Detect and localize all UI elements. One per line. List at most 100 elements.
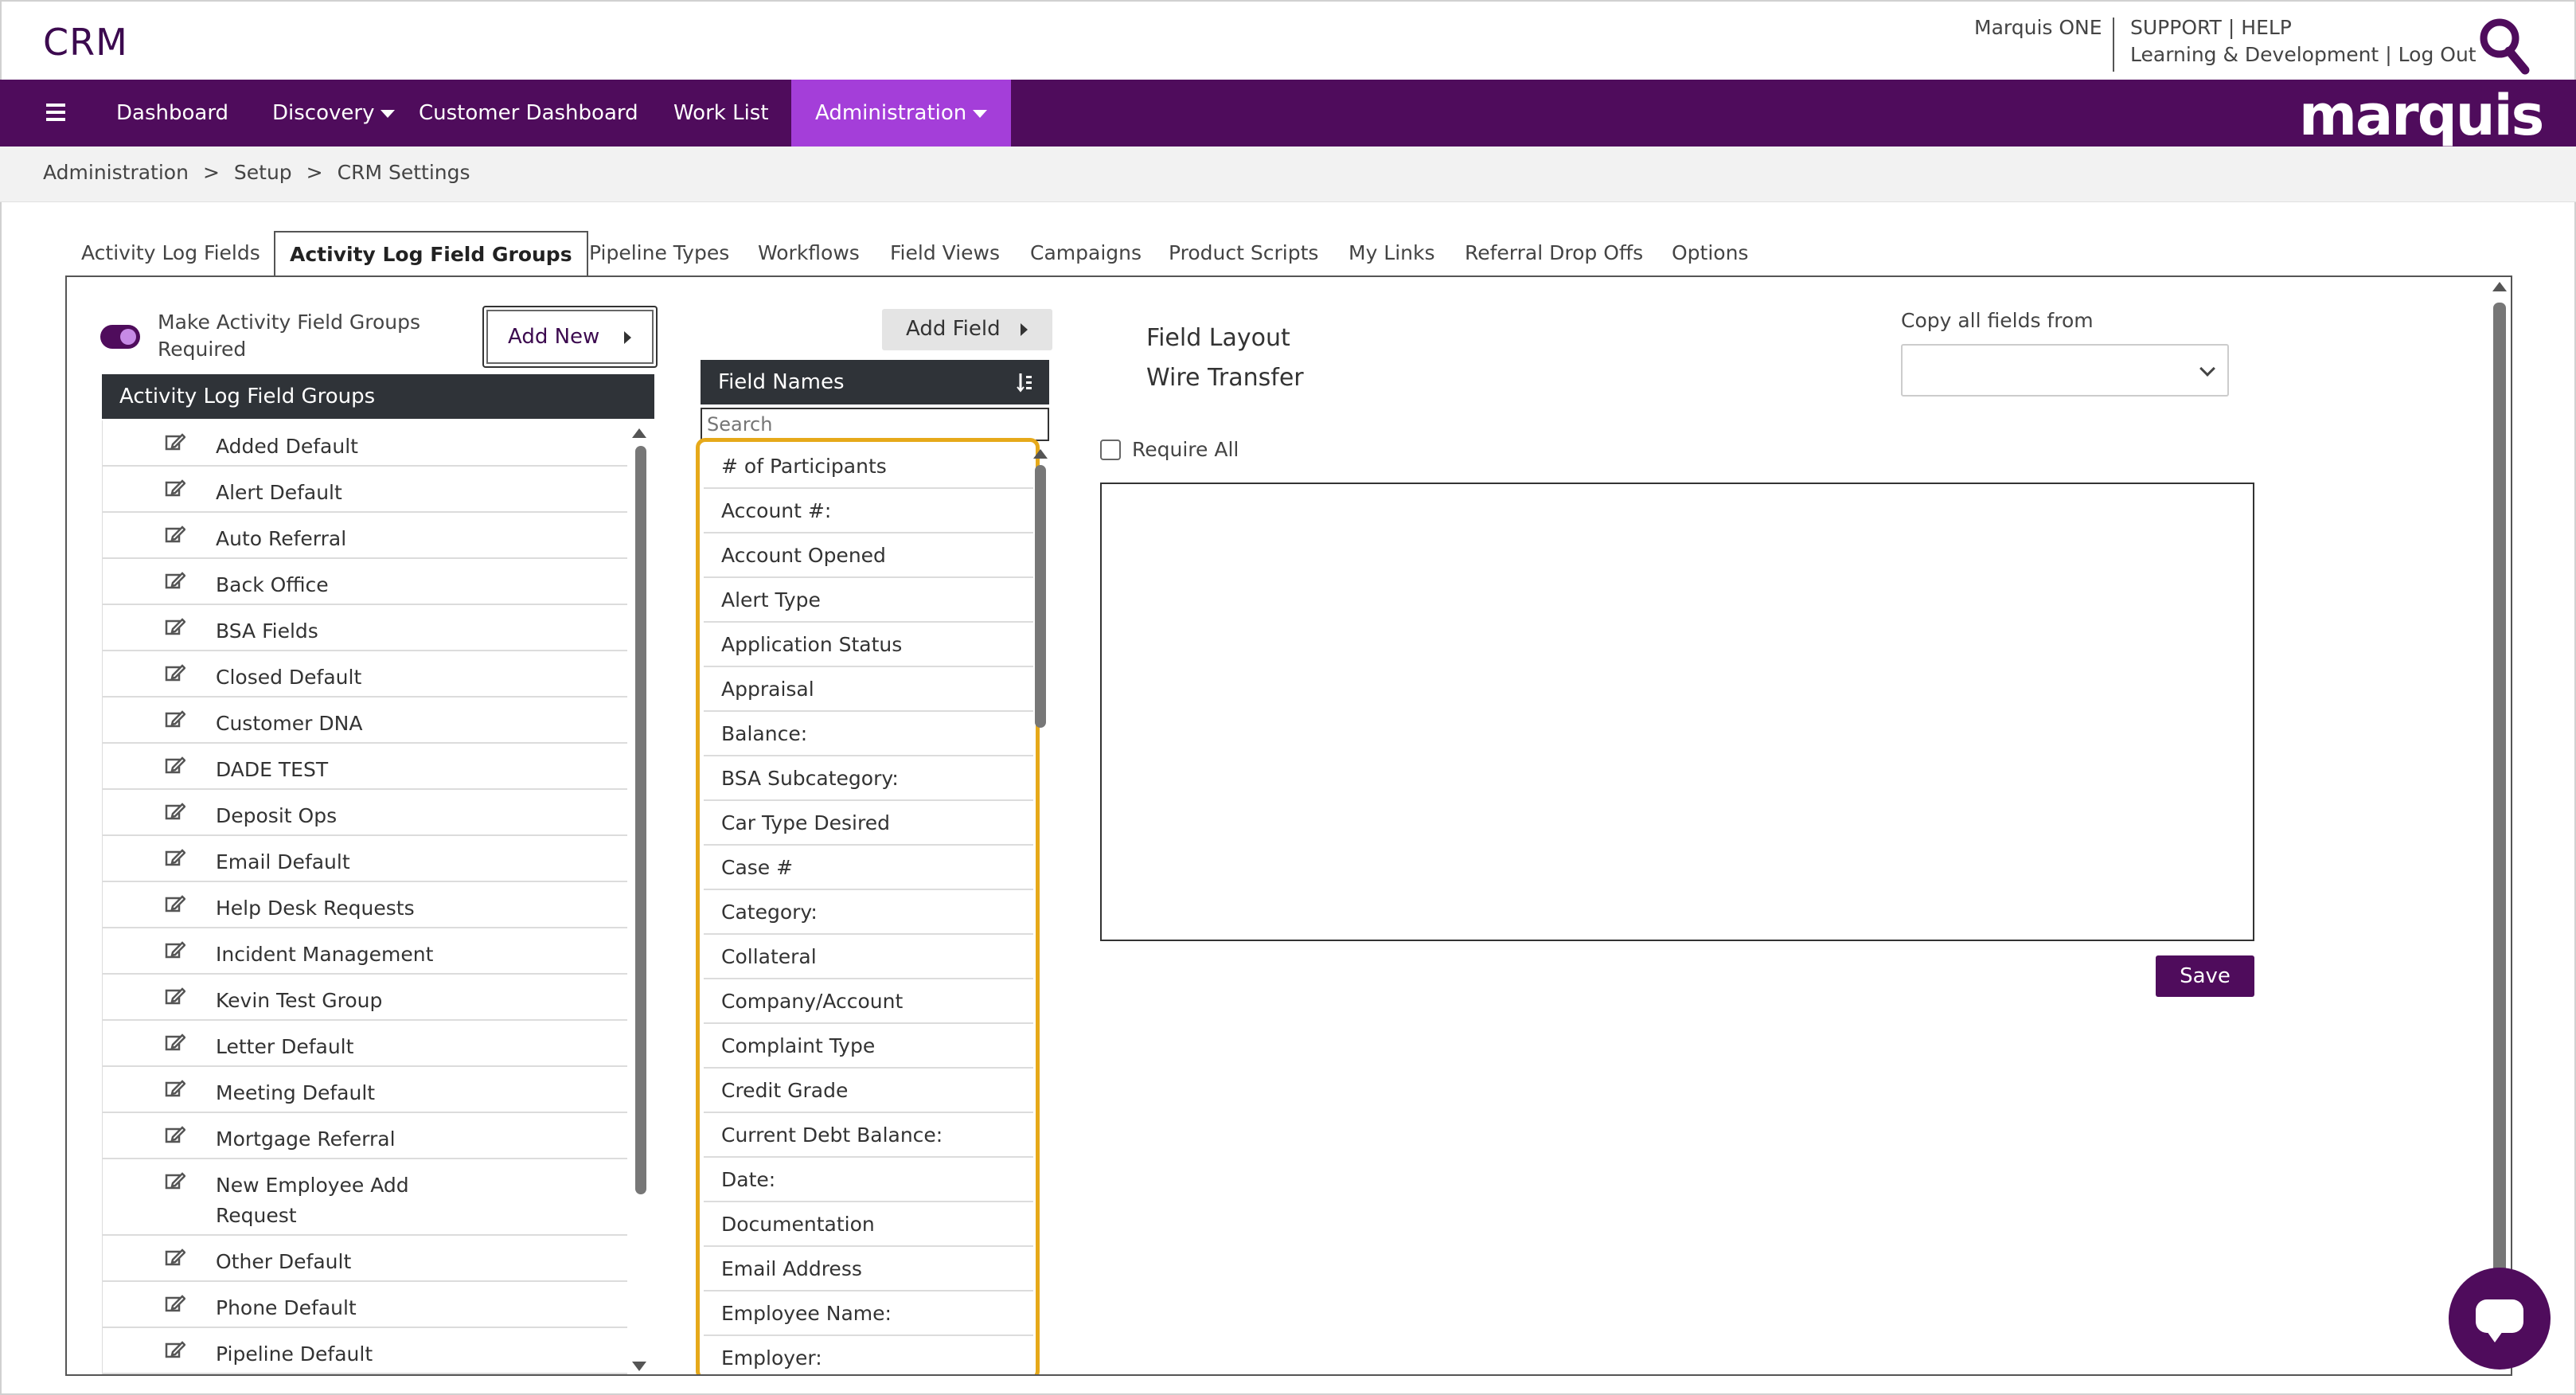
group-label: Deposit Ops xyxy=(216,804,338,827)
group-row[interactable]: Back Office xyxy=(103,559,627,605)
group-row[interactable]: Help Desk Requests xyxy=(103,882,627,928)
edit-icon[interactable] xyxy=(165,478,186,498)
require-all-label: Require All xyxy=(1132,438,1239,461)
group-label: Mortgage Referral xyxy=(216,1127,396,1151)
scroll-thumb[interactable] xyxy=(635,446,646,1194)
breadcrumb-setup[interactable]: Setup xyxy=(234,161,292,184)
help-link[interactable]: HELP xyxy=(2241,16,2292,39)
chat-button[interactable] xyxy=(2449,1268,2551,1370)
group-row[interactable]: Mortgage Referral xyxy=(103,1113,627,1159)
add-field-button[interactable]: Add Field xyxy=(882,309,1052,350)
support-help-row: SUPPORT | HELP xyxy=(2130,16,2292,39)
group-row[interactable]: Alert Default xyxy=(103,467,627,513)
group-row[interactable]: Email Default xyxy=(103,836,627,882)
group-label: Letter Default xyxy=(216,1035,354,1058)
group-row[interactable]: Incident Management xyxy=(103,928,627,975)
sort-icon[interactable] xyxy=(1016,371,1033,393)
tab-referral-drop-offs[interactable]: Referral Drop Offs xyxy=(1465,231,1643,275)
scroll-thumb[interactable] xyxy=(1035,465,1046,728)
nav-customer-dashboard[interactable]: Customer Dashboard xyxy=(419,80,638,147)
app-title: CRM xyxy=(43,21,128,64)
field-names-scrollbar[interactable] xyxy=(1032,449,1051,728)
learning-link[interactable]: Learning & Development xyxy=(2130,43,2379,66)
edit-icon[interactable] xyxy=(165,616,186,637)
tab-pipeline-types[interactable]: Pipeline Types xyxy=(589,231,729,275)
edit-icon[interactable] xyxy=(165,1124,186,1145)
group-row[interactable]: Other Default xyxy=(103,1236,627,1282)
nav-work-list[interactable]: Work List xyxy=(673,80,769,147)
separator: | xyxy=(2385,43,2392,66)
scroll-up-icon[interactable] xyxy=(1033,449,1048,459)
scroll-thumb[interactable] xyxy=(2493,303,2506,1362)
group-label: Alert Default xyxy=(216,481,342,504)
group-row[interactable]: Phone Default xyxy=(103,1282,627,1328)
support-link[interactable]: SUPPORT xyxy=(2130,16,2222,39)
scroll-up-icon[interactable] xyxy=(632,428,646,438)
edit-icon[interactable] xyxy=(165,986,186,1006)
tab-options[interactable]: Options xyxy=(1672,231,1748,275)
group-row[interactable]: DADE TEST xyxy=(103,744,627,790)
group-label: DADE TEST xyxy=(216,758,329,781)
group-row[interactable]: Kevin Test Group xyxy=(103,975,627,1021)
copy-fields-select[interactable] xyxy=(1901,344,2229,397)
hamburger-menu-icon[interactable] xyxy=(46,104,65,125)
save-button[interactable]: Save xyxy=(2156,955,2254,997)
group-row[interactable]: Closed Default xyxy=(103,651,627,698)
group-row[interactable]: Letter Default xyxy=(103,1021,627,1067)
edit-icon[interactable] xyxy=(165,1170,186,1191)
edit-icon[interactable] xyxy=(165,709,186,729)
tab-product-scripts[interactable]: Product Scripts xyxy=(1169,231,1318,275)
edit-icon[interactable] xyxy=(165,893,186,914)
required-toggle[interactable] xyxy=(100,325,140,349)
edit-icon[interactable] xyxy=(165,1247,186,1268)
field-layout-dropzone[interactable] xyxy=(1100,483,2254,941)
group-label: Closed Default xyxy=(216,666,362,689)
tab-activity-log-field-groups[interactable]: Activity Log Field Groups xyxy=(274,231,588,277)
nav-administration[interactable]: Administration xyxy=(791,80,1012,147)
groups-scrollbar[interactable] xyxy=(629,425,650,1374)
scroll-up-icon[interactable] xyxy=(2492,282,2507,291)
group-row[interactable]: BSA Fields xyxy=(103,605,627,651)
field-search-input[interactable] xyxy=(701,408,1049,441)
group-row[interactable]: Meeting Default xyxy=(103,1067,627,1113)
tab-activity-log-fields[interactable]: Activity Log Fields xyxy=(81,231,260,275)
panel-scrollbar[interactable] xyxy=(2488,279,2511,1376)
edit-icon[interactable] xyxy=(165,662,186,683)
breadcrumb-crm-settings: CRM Settings xyxy=(337,161,470,184)
search-icon[interactable] xyxy=(2476,16,2531,75)
group-row[interactable]: Auto Referral xyxy=(103,513,627,559)
group-label: Phone Default xyxy=(216,1296,357,1319)
edit-icon[interactable] xyxy=(165,524,186,545)
add-field-label: Add Field xyxy=(906,317,1001,341)
edit-icon[interactable] xyxy=(165,1293,186,1314)
marquis-one-link[interactable]: Marquis ONE xyxy=(1974,16,2102,39)
edit-icon[interactable] xyxy=(165,755,186,776)
logout-link[interactable]: Log Out xyxy=(2398,43,2476,66)
group-row[interactable]: New Employee Add Request xyxy=(103,1159,627,1236)
tab-workflows[interactable]: Workflows xyxy=(758,231,860,275)
edit-icon[interactable] xyxy=(165,570,186,591)
group-row[interactable]: Deposit Ops xyxy=(103,790,627,836)
edit-icon[interactable] xyxy=(165,801,186,822)
scroll-down-icon[interactable] xyxy=(632,1362,646,1371)
group-label: Help Desk Requests xyxy=(216,897,415,920)
edit-icon[interactable] xyxy=(165,1078,186,1099)
nav-discovery[interactable]: Discovery xyxy=(272,80,396,147)
copy-fields-label: Copy all fields from xyxy=(1901,309,2094,332)
breadcrumb-administration[interactable]: Administration xyxy=(43,161,189,184)
require-all-checkbox[interactable] xyxy=(1100,440,1121,460)
edit-icon[interactable] xyxy=(165,1032,186,1053)
edit-icon[interactable] xyxy=(165,847,186,868)
edit-icon[interactable] xyxy=(165,940,186,960)
add-new-button[interactable]: Add New xyxy=(482,306,658,368)
edit-icon[interactable] xyxy=(165,1339,186,1360)
tab-campaigns[interactable]: Campaigns xyxy=(1030,231,1142,275)
tab-my-links[interactable]: My Links xyxy=(1348,231,1435,275)
required-toggle-label: Make Activity Field Groups Required xyxy=(158,311,421,361)
tab-field-views[interactable]: Field Views xyxy=(890,231,1000,275)
edit-icon[interactable] xyxy=(165,432,186,452)
group-row[interactable]: Customer DNA xyxy=(103,698,627,744)
group-row[interactable]: Added Default xyxy=(103,420,627,467)
nav-dashboard[interactable]: Dashboard xyxy=(116,80,228,147)
group-row[interactable]: Pipeline Default xyxy=(103,1328,627,1374)
